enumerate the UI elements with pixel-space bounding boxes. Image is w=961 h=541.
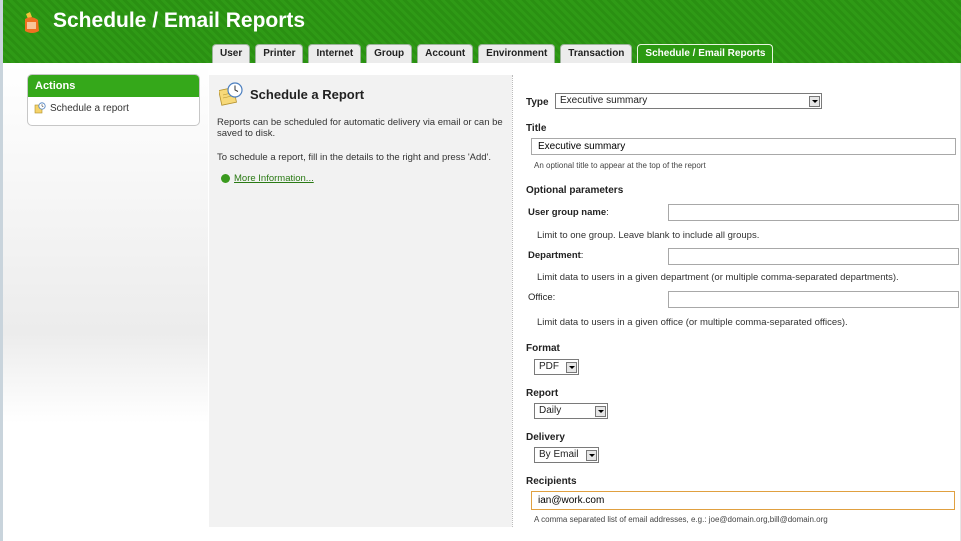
office-input[interactable] xyxy=(668,291,959,308)
tab-internet[interactable]: Internet xyxy=(308,44,362,63)
department-hint: Limit data to users in a given departmen… xyxy=(537,272,899,283)
info-icon xyxy=(221,174,230,183)
actions-heading: Actions xyxy=(28,75,199,97)
schedule-report-icon xyxy=(219,82,243,106)
tab-bar: User Printer Internet Group Account Envi… xyxy=(212,44,774,63)
format-select[interactable]: PDF xyxy=(534,359,579,375)
office-label-text: Office xyxy=(528,292,553,303)
user-group-name-input[interactable] xyxy=(668,204,959,221)
user-group-name-label-text: User group name xyxy=(528,207,607,218)
tab-group[interactable]: Group xyxy=(366,44,413,63)
office-label: Office: xyxy=(528,292,556,303)
page-title: Schedule / Email Reports xyxy=(53,9,306,32)
more-info-link[interactable]: More Information... xyxy=(234,173,314,184)
actions-panel: Actions Schedule a report xyxy=(27,74,200,126)
title-input[interactable] xyxy=(531,138,956,155)
app-logo-icon xyxy=(25,12,39,33)
department-label-text: Department xyxy=(528,250,581,261)
schedule-icon xyxy=(34,102,46,114)
report-value: Daily xyxy=(539,405,562,416)
schedule-report-label: Schedule a report xyxy=(50,102,129,114)
department-input[interactable] xyxy=(668,248,959,265)
delivery-value: By Email xyxy=(539,449,579,460)
type-select[interactable]: Executive summary xyxy=(555,93,822,109)
chevron-down-icon xyxy=(566,361,577,373)
report-select[interactable]: Daily xyxy=(534,403,608,419)
format-label: Format xyxy=(526,343,560,354)
type-value: Executive summary xyxy=(560,95,648,106)
format-value: PDF xyxy=(539,361,559,372)
sidebar xyxy=(3,63,208,541)
recipients-input[interactable] xyxy=(531,491,955,510)
intro-text: Reports can be scheduled for automatic d… xyxy=(217,117,503,139)
intro-instructions: To schedule a report, fill in the detail… xyxy=(217,152,492,163)
report-label: Report xyxy=(526,388,559,399)
delivery-label: Delivery xyxy=(526,432,565,443)
chevron-down-icon xyxy=(809,95,820,107)
department-label: Department: xyxy=(528,250,584,261)
chevron-down-icon xyxy=(595,405,606,417)
app-header: Schedule / Email Reports User Printer In… xyxy=(3,0,961,63)
office-hint: Limit data to users in a given office (o… xyxy=(537,317,848,328)
recipients-hint: A comma separated list of email addresse… xyxy=(534,515,828,524)
user-group-hint: Limit to one group. Leave blank to inclu… xyxy=(537,230,760,241)
tab-user[interactable]: User xyxy=(212,44,251,63)
intro-panel: Schedule a Report Reports can be schedul… xyxy=(209,75,512,527)
optional-parameters-heading: Optional parameters xyxy=(526,185,624,196)
intro-title: Schedule a Report xyxy=(250,87,365,102)
tab-schedule-email-reports[interactable]: Schedule / Email Reports xyxy=(637,44,774,63)
type-label: Type xyxy=(526,97,549,108)
user-group-name-label: User group name: xyxy=(528,207,609,218)
tab-environment[interactable]: Environment xyxy=(478,44,556,63)
tab-account[interactable]: Account xyxy=(417,44,474,63)
report-form: Type Executive summary Title An optional… xyxy=(512,75,961,527)
delivery-select[interactable]: By Email xyxy=(534,447,599,463)
title-label: Title xyxy=(526,123,547,134)
tab-printer[interactable]: Printer xyxy=(255,44,304,63)
more-info: More Information... xyxy=(221,173,314,184)
schedule-report-action[interactable]: Schedule a report xyxy=(28,97,199,119)
recipients-label: Recipients xyxy=(526,476,577,487)
tab-transaction[interactable]: Transaction xyxy=(560,44,633,63)
title-hint: An optional title to appear at the top o… xyxy=(534,161,706,170)
chevron-down-icon xyxy=(586,449,597,461)
